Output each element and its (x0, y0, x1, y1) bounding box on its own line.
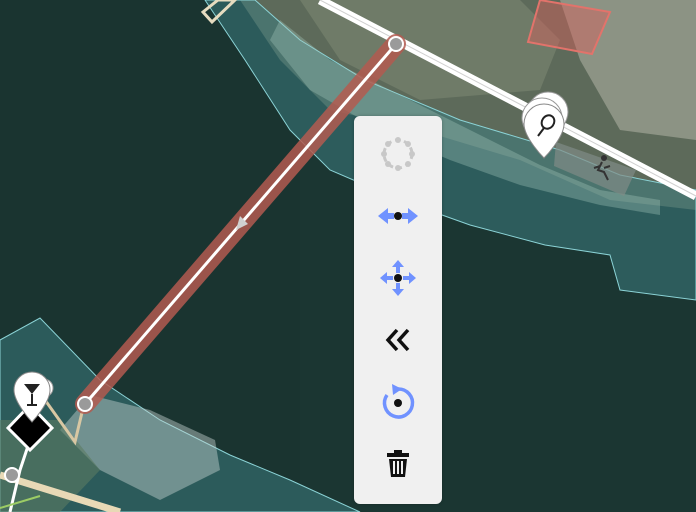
move-icon (380, 260, 416, 296)
delete-button[interactable] (364, 438, 432, 490)
straighten-icon (378, 208, 418, 224)
straighten-button[interactable] (364, 190, 432, 242)
rotate-icon (382, 384, 415, 419)
rotate-button[interactable] (364, 376, 432, 428)
circularize-button[interactable] (364, 128, 432, 180)
vertex[interactable] (4, 467, 20, 483)
reverse-button[interactable] (364, 314, 432, 366)
map-canvas[interactable] (0, 0, 696, 512)
circularize-icon (381, 137, 415, 171)
trash-icon (387, 450, 409, 477)
vertex-end[interactable] (77, 396, 93, 412)
vertex-start[interactable] (388, 36, 404, 52)
reverse-icon (385, 328, 410, 352)
edit-menu (354, 116, 442, 504)
move-button[interactable] (364, 252, 432, 304)
